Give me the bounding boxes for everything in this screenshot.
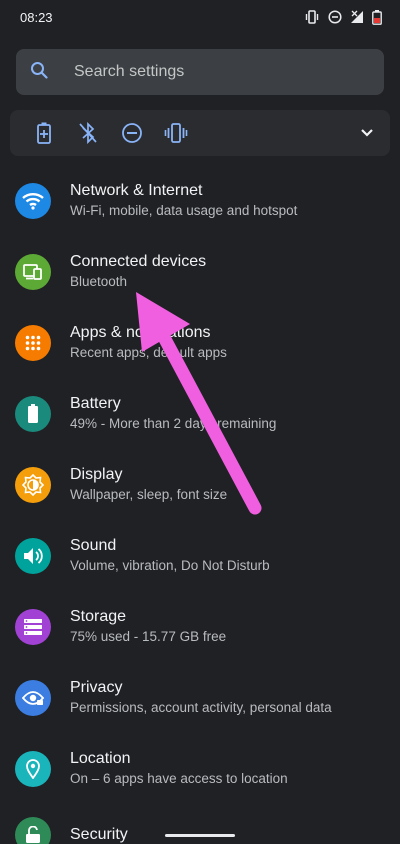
setting-title: Sound xyxy=(70,537,117,554)
setting-network-internet[interactable]: Network & Internet Wi-Fi, mobile, data u… xyxy=(0,165,400,236)
settings-list: Network & Internet Wi-Fi, mobile, data u… xyxy=(0,165,400,844)
eye-icon xyxy=(15,679,51,716)
setting-subtitle: Wi-Fi, mobile, data usage and hotspot xyxy=(70,203,298,218)
devices-icon xyxy=(15,253,51,290)
setting-display[interactable]: Display Wallpaper, sleep, font size xyxy=(0,449,400,520)
battery-icon xyxy=(372,9,382,25)
battery-icon xyxy=(15,395,51,432)
storage-icon xyxy=(15,608,51,645)
setting-subtitle: On – 6 apps have access to location xyxy=(70,771,288,786)
status-bar: 08:23 xyxy=(0,0,400,34)
status-time: 08:23 xyxy=(20,9,53,25)
setting-title: Location xyxy=(70,750,131,767)
search-placeholder: Search settings xyxy=(74,63,185,80)
search-icon xyxy=(30,61,48,84)
setting-battery[interactable]: Battery 49% - More than 2 days remaining xyxy=(0,378,400,449)
vibrate-icon[interactable] xyxy=(154,110,198,156)
battery-saver-icon[interactable] xyxy=(22,110,66,156)
setting-title: Privacy xyxy=(70,679,123,696)
setting-subtitle: 49% - More than 2 days remaining xyxy=(70,416,277,431)
nav-gesture-handle[interactable] xyxy=(165,834,235,837)
setting-title: Storage xyxy=(70,608,127,625)
setting-subtitle: Volume, vibration, Do Not Disturb xyxy=(70,558,270,573)
setting-sound[interactable]: Sound Volume, vibration, Do Not Disturb xyxy=(0,520,400,591)
setting-subtitle: Permissions, account activity, personal … xyxy=(70,700,332,715)
lock-icon xyxy=(15,817,51,844)
volume-icon xyxy=(15,537,51,574)
setting-connected-devices[interactable]: Connected devices Bluetooth xyxy=(0,236,400,307)
brightness-icon xyxy=(15,466,51,503)
setting-apps-notifications[interactable]: Apps & notifications Recent apps, defaul… xyxy=(0,307,400,378)
vibrate-icon xyxy=(304,10,320,24)
location-icon xyxy=(15,750,51,787)
setting-title: Connected devices xyxy=(70,253,207,270)
apps-icon xyxy=(15,324,51,361)
status-icons xyxy=(304,9,382,25)
setting-subtitle: Recent apps, default apps xyxy=(70,345,227,360)
quick-settings-row xyxy=(10,110,390,156)
bluetooth-off-icon[interactable] xyxy=(66,110,110,156)
dnd-icon[interactable] xyxy=(110,110,154,156)
setting-title: Battery xyxy=(70,395,121,412)
setting-location[interactable]: Location On – 6 apps have access to loca… xyxy=(0,733,400,804)
setting-title: Display xyxy=(70,466,123,483)
setting-privacy[interactable]: Privacy Permissions, account activity, p… xyxy=(0,662,400,733)
setting-title: Apps & notifications xyxy=(70,324,211,341)
wifi-icon xyxy=(15,182,51,219)
setting-title: Network & Internet xyxy=(70,182,203,199)
setting-title: Security xyxy=(70,826,128,843)
setting-subtitle: Bluetooth xyxy=(70,274,128,289)
setting-security[interactable]: Security xyxy=(0,804,400,844)
setting-storage[interactable]: Storage 75% used - 15.77 GB free xyxy=(0,591,400,662)
dnd-icon xyxy=(328,10,342,24)
setting-subtitle: 75% used - 15.77 GB free xyxy=(70,629,227,644)
search-bar[interactable]: Search settings xyxy=(16,49,384,95)
setting-subtitle: Wallpaper, sleep, font size xyxy=(70,487,228,502)
chevron-down-icon[interactable] xyxy=(344,128,390,138)
signal-icon xyxy=(350,10,364,24)
